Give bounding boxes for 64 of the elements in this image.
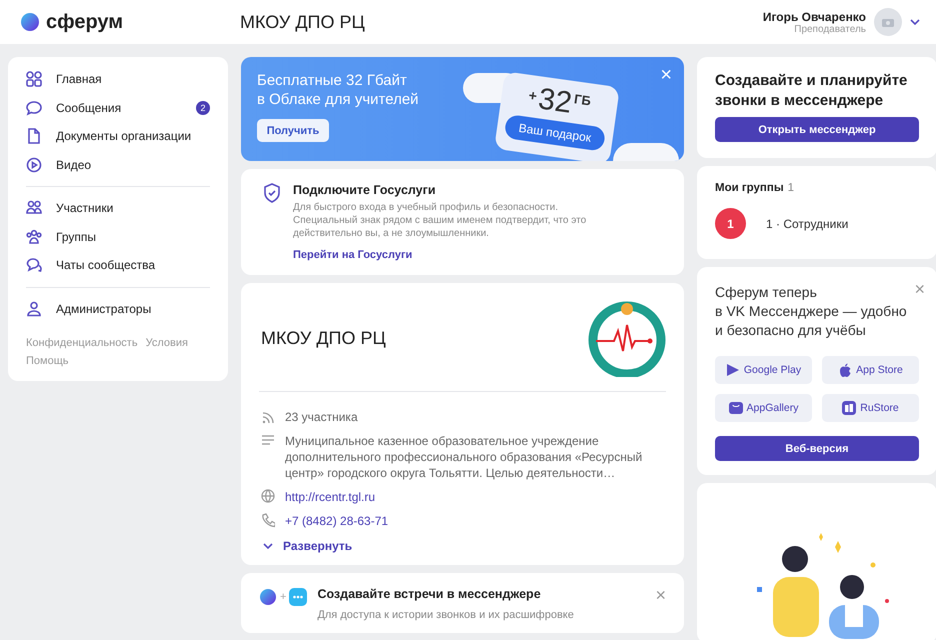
avatar[interactable]	[874, 8, 902, 36]
sidebar-item[interactable]: Группы	[18, 222, 218, 251]
card-title: Подключите Госуслуги	[293, 183, 437, 197]
play-triangle-icon	[726, 363, 740, 377]
sidebar-item[interactable]: Документы организации	[18, 122, 218, 150]
card-text: Сферум теперь в VK Мессенджере — удобно и безопасно для учёбы	[715, 283, 908, 340]
get-button[interactable]: Получить	[257, 119, 329, 142]
people-icon	[26, 200, 42, 216]
members-count: 23 участника	[285, 409, 359, 425]
sidebar-item[interactable]: Сообщения 2	[18, 94, 218, 122]
group-avatar: 1	[715, 208, 746, 239]
organization-name: МКОУ ДПО РЦ	[261, 328, 386, 348]
groups-count: 1	[788, 182, 794, 194]
sidebar-item[interactable]: Чаты сообщества	[18, 251, 218, 280]
plus-sign: +	[280, 591, 286, 603]
group-icon	[26, 228, 42, 245]
groups-title: Мои группы	[715, 182, 784, 194]
chevron-down-icon	[910, 19, 920, 25]
promo-title: Бесплатные 32 Гбайт в Облаке для учителей	[257, 71, 419, 109]
bag-icon	[728, 401, 743, 415]
description-text: Муниципальное казенное образовательное учреждение дополнительного профессионального образования «Ресурсный центр» городского округа Тольятти. Целью деятельности…	[285, 433, 644, 481]
plus-sign: +	[528, 86, 538, 104]
store-button[interactable]: Google Play	[715, 356, 812, 384]
person-icon	[26, 300, 42, 317]
shield-check-icon	[263, 183, 281, 203]
chat-bubble-icon	[26, 100, 42, 116]
chevron-down-icon	[263, 543, 273, 549]
phone-link[interactable]: +7 (8482) 28-63-71	[285, 513, 388, 529]
sidebar-item[interactable]: Видео	[18, 150, 218, 179]
logo-icon	[259, 588, 277, 606]
play-circle-icon	[26, 156, 42, 173]
grid-icon	[26, 71, 42, 88]
document-icon	[26, 128, 42, 144]
store-icon	[842, 401, 856, 415]
gift-label: Ваш подарок	[503, 114, 606, 152]
logo-icon	[20, 12, 40, 32]
store-button[interactable]: RuStore	[822, 394, 919, 422]
gift-unit: ГБ	[573, 91, 592, 108]
user-name: Игорь Овчаренко	[762, 10, 866, 24]
card-text: Для быстрого входа в учебный профиль и безопасности. Специальный знак рядом с вашим именем подтвердит, что это действительно вы, а не злоумышленники.	[293, 201, 588, 240]
globe-icon	[261, 489, 275, 504]
card-text: Для доступа к истории звонков и их расшифровке	[317, 609, 574, 621]
expand-button[interactable]: Развернуть	[261, 537, 666, 553]
store-button[interactable]: App Store	[822, 356, 919, 384]
sidebar-item[interactable]: Администраторы	[18, 294, 218, 323]
messenger-icon	[289, 588, 308, 606]
user-role: Преподаватель	[794, 24, 866, 34]
phone-icon	[261, 513, 275, 528]
store-button[interactable]: AppGallery	[715, 394, 812, 422]
unread-badge: 2	[196, 100, 210, 115]
page-title: МКОУ ДПО РЦ	[240, 12, 366, 32]
chats-icon	[26, 257, 42, 274]
web-version-button[interactable]: Веб-версия	[715, 436, 919, 461]
apple-icon	[838, 363, 852, 377]
website-link[interactable]: http://rcentr.tgl.ru	[285, 489, 376, 505]
card-title: Создавайте и планируйте звонки в мессенджере	[715, 71, 908, 111]
sidebar-item[interactable]: Главная	[18, 65, 218, 94]
logo-text: сферум	[46, 10, 124, 34]
group-item[interactable]: 1 1 · Сотрудники	[715, 208, 848, 239]
open-messenger-button[interactable]: Открыть мессенджер	[715, 117, 919, 142]
gosuslugi-link[interactable]: Перейти на Госуслуги	[293, 249, 613, 261]
camera-icon	[882, 17, 894, 27]
card-title: Создавайте встречи в мессенджере	[317, 587, 542, 601]
sidebar-item[interactable]: Участники	[18, 194, 218, 222]
